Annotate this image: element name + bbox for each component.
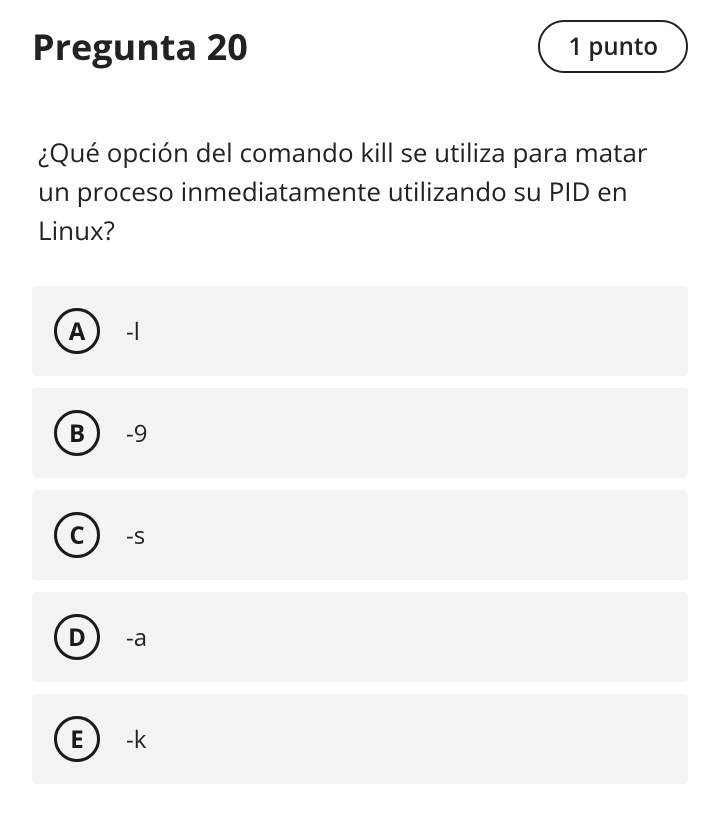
question-text: ¿Qué opción del comando kill se utiliza … — [32, 133, 688, 250]
option-text: -l — [126, 315, 140, 348]
option-b[interactable]: B -9 — [32, 388, 688, 478]
question-title: Pregunta 20 — [32, 22, 248, 71]
option-letter: C — [54, 512, 100, 558]
option-text: -s — [126, 519, 145, 552]
option-d[interactable]: D -a — [32, 592, 688, 682]
option-a[interactable]: A -l — [32, 286, 688, 376]
option-letter: D — [54, 614, 100, 660]
points-badge: 1 punto — [538, 20, 688, 73]
option-letter: A — [54, 308, 100, 354]
question-header: Pregunta 20 1 punto — [32, 20, 688, 73]
option-text: -a — [126, 621, 147, 654]
option-letter: E — [54, 716, 100, 762]
options-list: A -l B -9 C -s D -a E -k — [32, 286, 688, 784]
option-e[interactable]: E -k — [32, 694, 688, 784]
option-c[interactable]: C -s — [32, 490, 688, 580]
option-letter: B — [54, 410, 100, 456]
option-text: -k — [126, 723, 146, 756]
option-text: -9 — [126, 417, 147, 450]
